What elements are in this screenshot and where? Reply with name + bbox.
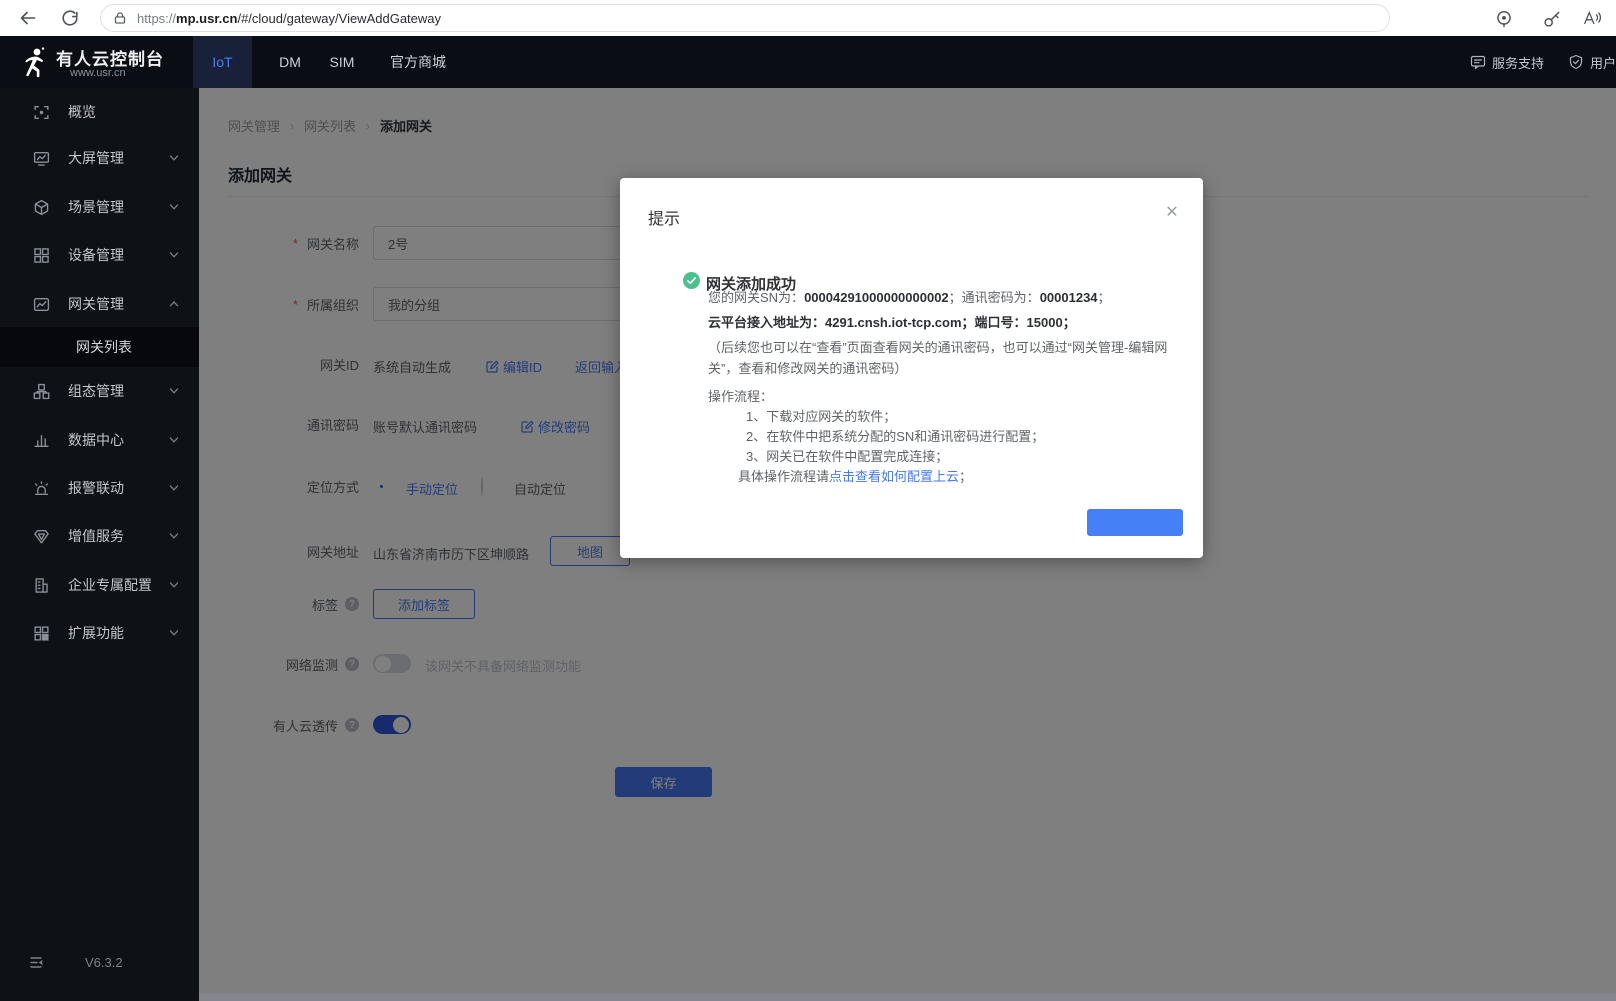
sidebar-item-screen-mgmt[interactable]: 大屏管理 — [0, 134, 199, 182]
sidebar: 概览 大屏管理 场景管理 设备管理 网关管理 网关列表 组 — [0, 88, 199, 1001]
gem-icon — [33, 528, 50, 545]
sidebar-item-gateway-mgmt[interactable]: 网关管理 — [0, 280, 199, 328]
sidebar-item-label: 网关管理 — [68, 294, 124, 314]
chevron-down-icon — [169, 153, 179, 163]
lock-icon[interactable] — [113, 11, 127, 25]
chevron-down-icon — [169, 628, 179, 638]
browser-toolbar: https://mp.usr.cn/#/cloud/gateway/ViewAd… — [0, 0, 1616, 36]
sidebar-item-value-added-services[interactable]: 增值服务 — [0, 512, 199, 560]
tab-official-mall[interactable]: 官方商城 — [380, 36, 456, 88]
sidebar-item-scene-mgmt[interactable]: 场景管理 — [0, 183, 199, 231]
hmi-icon — [33, 383, 50, 400]
support-label: 服务支持 — [1492, 53, 1544, 72]
top-navbar: 有人云控制台 www.usr.cn IoT DM SIM 官方商城 服务支持 用… — [0, 36, 1616, 88]
sidebar-item-overview[interactable]: 概览 — [0, 88, 199, 136]
chevron-down-icon — [169, 386, 179, 396]
dialog-body: 您的网关SN为：00004291000000000002；通讯密码为：00001… — [708, 288, 1182, 487]
data-chart-icon — [33, 432, 50, 449]
building-icon — [33, 577, 50, 594]
password-key-icon[interactable] — [1542, 9, 1559, 26]
shield-icon — [1568, 54, 1584, 70]
device-icon — [33, 247, 50, 264]
brand-logo-icon[interactable] — [20, 46, 50, 78]
more-line: 具体操作流程请点击查看如何配置上云； — [708, 467, 1182, 487]
sidebar-footer: V6.3.2 — [0, 953, 199, 973]
gateway-icon — [33, 296, 50, 313]
sidebar-item-label: 扩展功能 — [68, 623, 124, 643]
sidebar-item-device-mgmt[interactable]: 设备管理 — [0, 231, 199, 279]
sidebar-item-alarm-linkage[interactable]: 报警联动 — [0, 464, 199, 512]
how-to-configure-link[interactable]: 点击查看如何配置上云 — [829, 469, 959, 484]
sidebar-item-gateway-list[interactable]: 网关列表 — [0, 327, 199, 367]
sidebar-item-label: 数据中心 — [68, 430, 124, 450]
sidebar-item-label: 概览 — [68, 102, 96, 122]
refresh-icon[interactable] — [60, 8, 80, 28]
sidebar-item-label: 设备管理 — [68, 245, 124, 265]
step-item: 3、网关已在软件中配置完成连接； — [708, 447, 1182, 467]
chevron-down-icon — [169, 483, 179, 493]
sidebar-item-label: 组态管理 — [68, 381, 124, 401]
close-icon[interactable]: ✕ — [1163, 204, 1181, 222]
sn-line: 您的网关SN为：00004291000000000002；通讯密码为：00001… — [708, 288, 1182, 308]
sidebar-item-extensions[interactable]: 扩展功能 — [0, 609, 199, 657]
gateway-sn-value: 00004291000000000002 — [804, 290, 949, 305]
url-text: https://mp.usr.cn/#/cloud/gateway/ViewAd… — [137, 11, 441, 26]
read-aloud-icon[interactable] — [1582, 8, 1604, 28]
user-label: 用户 — [1590, 53, 1616, 72]
chevron-down-icon — [169, 202, 179, 212]
chevron-down-icon — [169, 435, 179, 445]
step-item: 2、在软件中把系统分配的SN和通讯密码进行配置； — [708, 427, 1182, 447]
alarm-icon — [33, 480, 50, 497]
sidebar-item-hmi-mgmt[interactable]: 组态管理 — [0, 367, 199, 415]
geolocation-icon[interactable] — [1494, 9, 1511, 26]
sidebar-item-label: 大屏管理 — [68, 148, 124, 168]
collapse-sidebar-icon[interactable] — [29, 955, 44, 970]
sidebar-item-label: 增值服务 — [68, 526, 124, 546]
sidebar-item-enterprise-config[interactable]: 企业专属配置 — [0, 561, 199, 609]
steps-title: 操作流程： — [708, 387, 1182, 407]
url-path: /#/cloud/gateway/ViewAddGateway — [237, 11, 441, 26]
back-icon[interactable] — [18, 8, 38, 28]
comm-password-value: 00001234 — [1040, 290, 1098, 305]
address-bar[interactable]: https://mp.usr.cn/#/cloud/gateway/ViewAd… — [100, 4, 1390, 32]
version-label: V6.3.2 — [85, 955, 123, 970]
screen-icon — [33, 150, 50, 167]
sidebar-item-label: 场景管理 — [68, 197, 124, 217]
tab-sim[interactable]: SIM — [318, 36, 366, 88]
horizontal-scrollbar[interactable] — [199, 993, 1616, 1001]
dialog-close-button[interactable] — [1087, 509, 1183, 536]
overview-icon — [33, 104, 50, 121]
success-check-icon — [683, 272, 700, 289]
url-domain: mp.usr.cn — [176, 11, 237, 26]
user-link[interactable]: 用户 — [1568, 53, 1616, 72]
note-text: （后续您也可以在“查看”页面查看网关的通讯密码，也可以通过“网关管理-编辑网关”… — [708, 337, 1182, 379]
scene-icon — [33, 199, 50, 216]
chevron-down-icon — [169, 250, 179, 260]
sidebar-subitem-label: 网关列表 — [76, 337, 132, 357]
chat-bubble-icon — [1470, 54, 1486, 70]
step-item: 1、下载对应网关的软件； — [708, 407, 1182, 427]
sidebar-item-label: 企业专属配置 — [68, 575, 152, 595]
topnav-right: 服务支持 用户 — [1470, 36, 1616, 88]
sidebar-item-label: 报警联动 — [68, 478, 124, 498]
tab-iot[interactable]: IoT — [193, 36, 252, 88]
brand-subtitle: www.usr.cn — [70, 67, 126, 79]
dialog-title: 提示 — [648, 205, 680, 229]
notice-dialog: 提示 ✕ 网关添加成功 您的网关SN为：00004291000000000002… — [620, 178, 1203, 558]
tab-dm[interactable]: DM — [258, 36, 322, 88]
support-link[interactable]: 服务支持 — [1470, 53, 1544, 72]
chevron-up-icon — [169, 299, 179, 309]
cloud-access-line: 云平台接入地址为：4291.cnsh.iot-tcp.com；端口号：15000… — [708, 313, 1182, 333]
grid-icon — [33, 625, 50, 642]
url-scheme: https:// — [137, 11, 176, 26]
chevron-down-icon — [169, 580, 179, 590]
chevron-down-icon — [169, 531, 179, 541]
sidebar-item-data-center[interactable]: 数据中心 — [0, 416, 199, 464]
